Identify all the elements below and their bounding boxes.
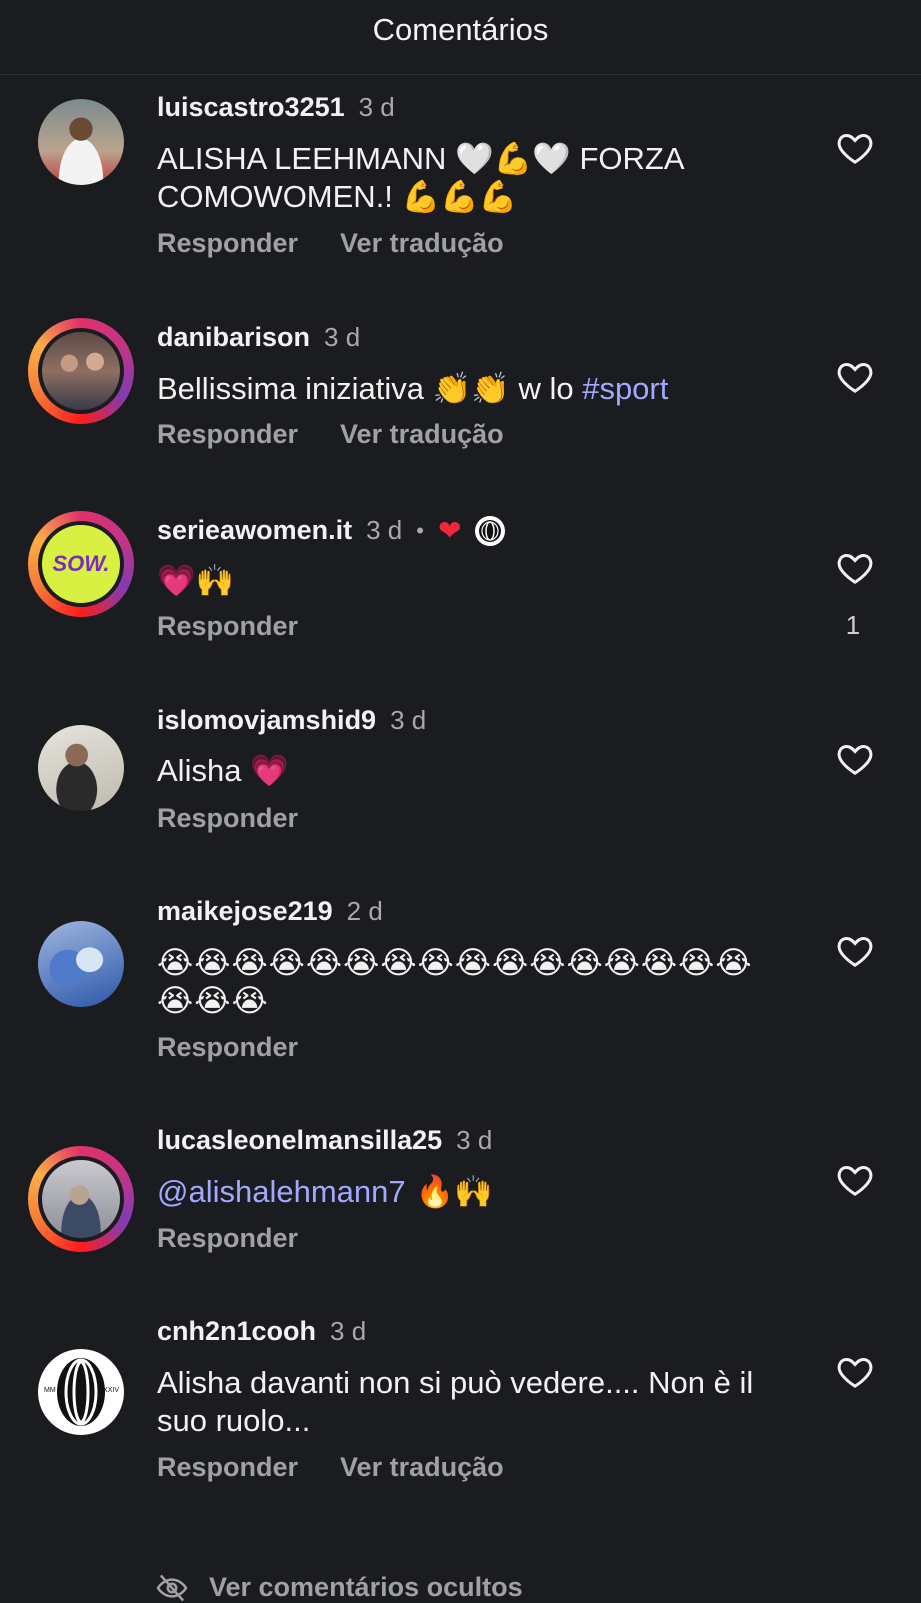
username[interactable]: danibarison — [157, 322, 310, 353]
timestamp: 3 d — [330, 1316, 367, 1346]
avatar[interactable] — [28, 1146, 134, 1252]
avatar[interactable] — [28, 318, 134, 424]
comment-text: @alishalehmann7 🔥🙌 — [157, 1174, 493, 1210]
heart-outline-icon[interactable] — [835, 739, 875, 779]
heart-outline-icon[interactable] — [835, 548, 875, 588]
hidden-comments-link[interactable]: Ver comentários ocultos — [155, 1572, 523, 1603]
username[interactable]: serieawomen.it — [157, 515, 352, 546]
username[interactable]: lucasleonelmansilla25 — [157, 1125, 442, 1156]
timestamp: 2 d — [346, 896, 383, 926]
reply-button[interactable]: Responder — [157, 1032, 298, 1063]
timestamp: 3 d — [390, 705, 427, 735]
reply-button[interactable]: Responder — [157, 1452, 298, 1483]
translate-button[interactable]: Ver tradução — [340, 1452, 504, 1483]
reply-button[interactable]: Responder — [157, 419, 298, 450]
reply-button[interactable]: Responder — [157, 611, 298, 642]
like-count: 1 — [845, 610, 861, 640]
mention-link[interactable]: @alishalehmann7 — [157, 1174, 406, 1209]
reply-button[interactable]: Responder — [157, 228, 298, 259]
avatar[interactable] — [38, 725, 124, 811]
avatar[interactable]: SOW. — [28, 511, 134, 617]
reply-button[interactable]: Responder — [157, 803, 298, 834]
creator-liked-heart-icon: ❤ — [437, 515, 462, 546]
avatar[interactable] — [38, 921, 124, 1007]
timestamp: 3 d — [366, 515, 403, 545]
comment-text: Alisha davanti non si può vedere.... Non… — [157, 1365, 754, 1438]
comment-text: Alisha 💗 — [157, 753, 289, 789]
avatar-logo-icon — [57, 1358, 105, 1426]
username[interactable]: luiscastro3251 — [157, 92, 345, 123]
heart-outline-icon[interactable] — [835, 931, 875, 971]
heart-outline-icon[interactable] — [835, 357, 875, 397]
page-title: Comentários — [372, 12, 549, 47]
creator-badge-icon — [475, 515, 506, 546]
heart-outline-icon[interactable] — [835, 1160, 875, 1200]
comment-text: 💗🙌 — [157, 563, 235, 599]
comment-text: Bellissima iniziativa 👏👏 w lo #sport — [157, 371, 669, 407]
hashtag-link[interactable]: #sport — [582, 371, 668, 406]
eye-off-icon — [156, 1574, 188, 1601]
translate-button[interactable]: Ver tradução — [340, 419, 504, 450]
comment-text: ALISHA LEEHMANN 🤍💪🤍 FORZA COMOWOMEN.! 💪💪… — [157, 141, 683, 215]
username[interactable]: islomovjamshid9 — [157, 705, 376, 736]
heart-outline-icon[interactable] — [835, 128, 875, 168]
avatar[interactable]: MM XXIV — [38, 1349, 124, 1435]
avatar-logo-text: SOW. — [52, 551, 110, 576]
timestamp: 3 d — [358, 92, 395, 122]
username[interactable]: cnh2n1cooh — [157, 1316, 316, 1347]
timestamp: 3 d — [324, 322, 361, 352]
translate-button[interactable]: Ver tradução — [340, 228, 504, 259]
comments-header: Comentários — [0, 0, 921, 75]
avatar[interactable] — [38, 99, 124, 185]
comment-text: 😭😭😭😭😭😭😭😭😭😭😭😭😭😭😭😭😭😭😭 — [157, 945, 753, 1019]
heart-outline-icon[interactable] — [835, 1352, 875, 1392]
timestamp: 3 d — [456, 1125, 493, 1155]
hidden-comments-label: Ver comentários ocultos — [209, 1572, 523, 1602]
separator-dot: • — [416, 517, 424, 543]
username[interactable]: maikejose219 — [157, 896, 333, 927]
reply-button[interactable]: Responder — [157, 1223, 298, 1254]
